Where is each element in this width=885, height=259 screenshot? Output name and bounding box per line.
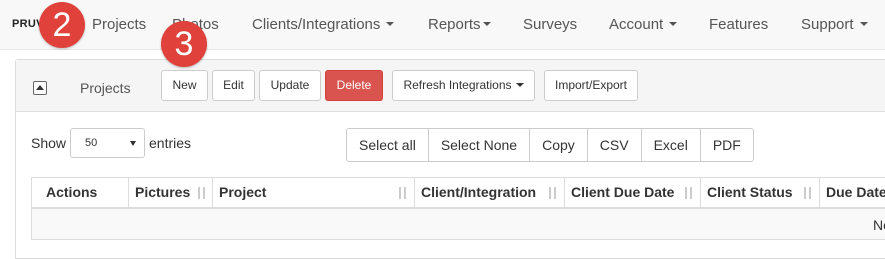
sort-icon [683, 187, 695, 201]
column-pictures[interactable]: Pictures [129, 178, 213, 208]
entries-select[interactable]: 50 [70, 128, 145, 158]
column-pictures-label: Pictures [135, 184, 191, 200]
excel-button[interactable]: Excel [640, 128, 701, 162]
column-client-integration[interactable]: Client/Integration [415, 178, 565, 208]
column-client-status[interactable]: Client Status [701, 178, 820, 208]
nav-account[interactable]: Account [609, 16, 678, 33]
export-button-group: Select all Select None Copy CSV Excel PD… [346, 128, 754, 162]
new-button[interactable]: New [161, 70, 208, 101]
select-none-button[interactable]: Select None [427, 128, 531, 162]
column-due-date[interactable]: Due Date [820, 178, 885, 208]
chevron-down-icon [482, 22, 491, 27]
nav-support-label: Support [801, 16, 854, 33]
column-project-label: Project [219, 184, 267, 200]
edit-button[interactable]: Edit [212, 70, 255, 101]
column-project[interactable]: Project [213, 178, 415, 208]
table-header: Actions Pictures Project Client/Integrat… [31, 177, 885, 209]
chevron-down-icon [859, 22, 868, 27]
nav-account-label: Account [609, 16, 664, 33]
nav-support[interactable]: Support [801, 16, 868, 33]
chevron-down-icon [515, 82, 524, 87]
sort-icon [547, 187, 559, 201]
column-client-integration-label: Client/Integration [421, 184, 537, 200]
nav-reports-label: Reports [428, 16, 481, 33]
step-badge-3: 3 [161, 21, 207, 67]
panel-title: Projects [80, 80, 131, 96]
show-label: Show [31, 135, 67, 151]
empty-table-message: No [873, 217, 885, 233]
collapse-up-icon[interactable] [33, 81, 47, 95]
column-actions: Actions [32, 178, 129, 208]
chevron-down-icon [386, 22, 395, 27]
nav-clients-integrations[interactable]: Clients/Integrations [252, 16, 395, 33]
chevron-down-icon [669, 22, 678, 27]
step-badge-2: 2 [39, 2, 85, 48]
refresh-integrations-label: Refresh Integrations [403, 78, 512, 92]
nav-features[interactable]: Features [709, 16, 768, 33]
sort-icon [802, 187, 814, 201]
sort-icon [397, 187, 409, 201]
column-client-status-label: Client Status [707, 184, 793, 200]
nav-clients-integrations-label: Clients/Integrations [252, 16, 381, 33]
nav-surveys[interactable]: Surveys [523, 16, 577, 33]
entries-label: entries [149, 135, 192, 151]
table-row: No [31, 209, 885, 240]
sort-icon [196, 187, 208, 201]
csv-button[interactable]: CSV [586, 128, 642, 162]
update-button[interactable]: Update [259, 70, 321, 101]
pdf-button[interactable]: PDF [699, 128, 754, 162]
entries-select-value: 50 [85, 137, 98, 149]
delete-button[interactable]: Delete [325, 70, 383, 101]
column-client-due-date[interactable]: Client Due Date [565, 178, 701, 208]
nav-reports[interactable]: Reports [428, 16, 491, 33]
copy-button[interactable]: Copy [529, 128, 588, 162]
projects-table: Actions Pictures Project Client/Integrat… [31, 177, 885, 240]
column-client-due-date-label: Client Due Date [571, 184, 675, 200]
select-all-button[interactable]: Select all [346, 128, 429, 162]
top-navbar: PRUV Projects Photos Clients/Integration… [0, 0, 885, 50]
nav-projects[interactable]: Projects [92, 16, 146, 33]
refresh-integrations-button[interactable]: Refresh Integrations [392, 70, 535, 101]
chevron-down-icon [130, 141, 136, 146]
import-export-button[interactable]: Import/Export [544, 70, 638, 101]
